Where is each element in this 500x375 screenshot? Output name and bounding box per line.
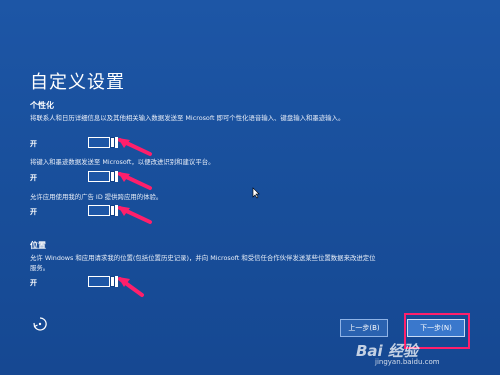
annotation-arrow-icon — [118, 138, 152, 156]
annotation-arrow-icon — [118, 277, 144, 297]
setting-description-typing: 将键入和墨迹数据发送至 Microsoft，以便改进识别和建议平台。 — [30, 158, 215, 166]
annotation-arrow-icon — [118, 172, 152, 190]
toggle-advertising-id[interactable] — [88, 205, 118, 216]
setting-description-location: 允许 Windows 和应用请求我的位置(包括位置历史记录)，并向 Micros… — [30, 254, 376, 272]
ease-of-access-icon[interactable] — [32, 316, 48, 332]
toggle-speech[interactable] — [88, 137, 118, 148]
toggle-typing[interactable] — [88, 171, 118, 182]
toggle-location[interactable] — [88, 276, 118, 287]
setup-page: 自定义设置 个性化 将联系人和日历详细信息以及其他相关输入数据发送至 Micro… — [0, 0, 500, 375]
watermark-url: jingyan.baidu.com — [375, 358, 440, 366]
page-title: 自定义设置 — [30, 72, 125, 93]
annotation-arrow-icon — [118, 206, 152, 224]
section-heading-personalization: 个性化 — [30, 101, 54, 110]
mouse-cursor-icon — [252, 187, 260, 199]
back-button[interactable]: 上一步(B) — [340, 319, 388, 337]
setting-description-advertising-id: 允许应用使用我的广告 ID 提供跨应用的体验。 — [30, 193, 163, 201]
toggle-state-label: 开 — [30, 208, 37, 216]
setting-description-speech: 将联系人和日历详细信息以及其他相关输入数据发送至 Microsoft 即可个性化… — [30, 114, 345, 122]
section-heading-location: 位置 — [30, 241, 46, 250]
toggle-state-label: 开 — [30, 279, 37, 287]
toggle-state-label: 开 — [30, 140, 37, 148]
toggle-state-label: 开 — [30, 174, 37, 182]
